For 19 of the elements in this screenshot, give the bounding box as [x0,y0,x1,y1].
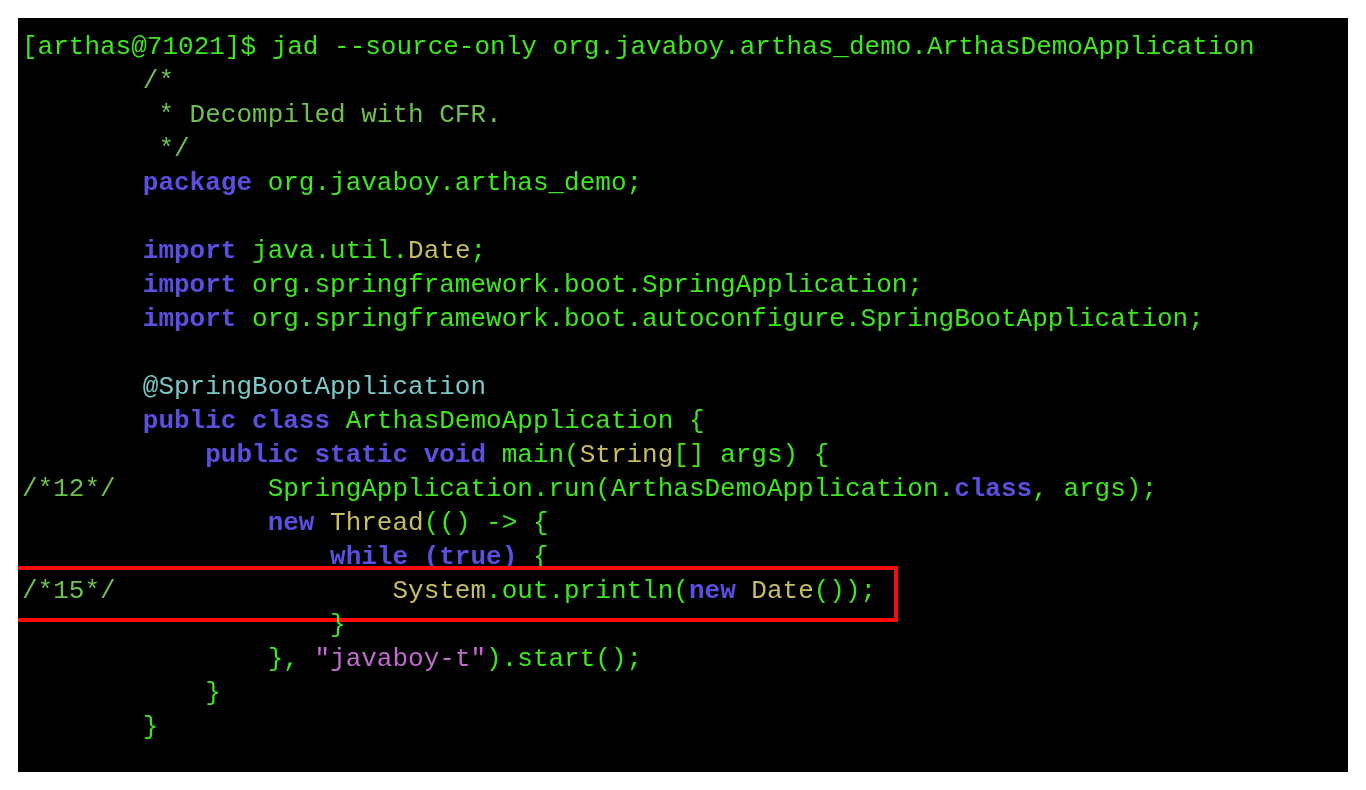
line-number: /*15*/ [21,575,117,608]
code-line: import java.util.Date; [142,236,487,266]
code-line: * Decompiled with CFR. [157,100,502,130]
code-line: @SpringBootApplication [142,372,487,402]
command-line: [arthas@71021]$ jad --source-only org.javaboy.arthas_demo.ArthasDemoApplication [21,31,1255,64]
code-line: package org.javaboy.arthas_demo; [142,168,643,198]
code-line: }, "javaboy-t").start(); [266,644,643,674]
line-number: /*12*/ [21,473,117,506]
code-line: import org.springframework.boot.SpringApplication; [142,270,923,300]
code-line: } [204,678,221,708]
code-line: new Thread(() -> { [266,508,549,538]
code-line: } [142,712,159,742]
code-line: /* [142,66,175,96]
code-line: public static void main(String[] args) { [204,440,830,470]
code-line: import org.springframework.boot.autoconfigure.SpringBootApplication; [142,304,1204,334]
code-line: System.out.println(new Date()); [391,576,877,606]
code-line: */ [157,134,190,164]
code-line: public class ArthasDemoApplication { [142,406,705,436]
code-line: SpringApplication.run(ArthasDemoApplication.class, args); [266,474,1157,504]
